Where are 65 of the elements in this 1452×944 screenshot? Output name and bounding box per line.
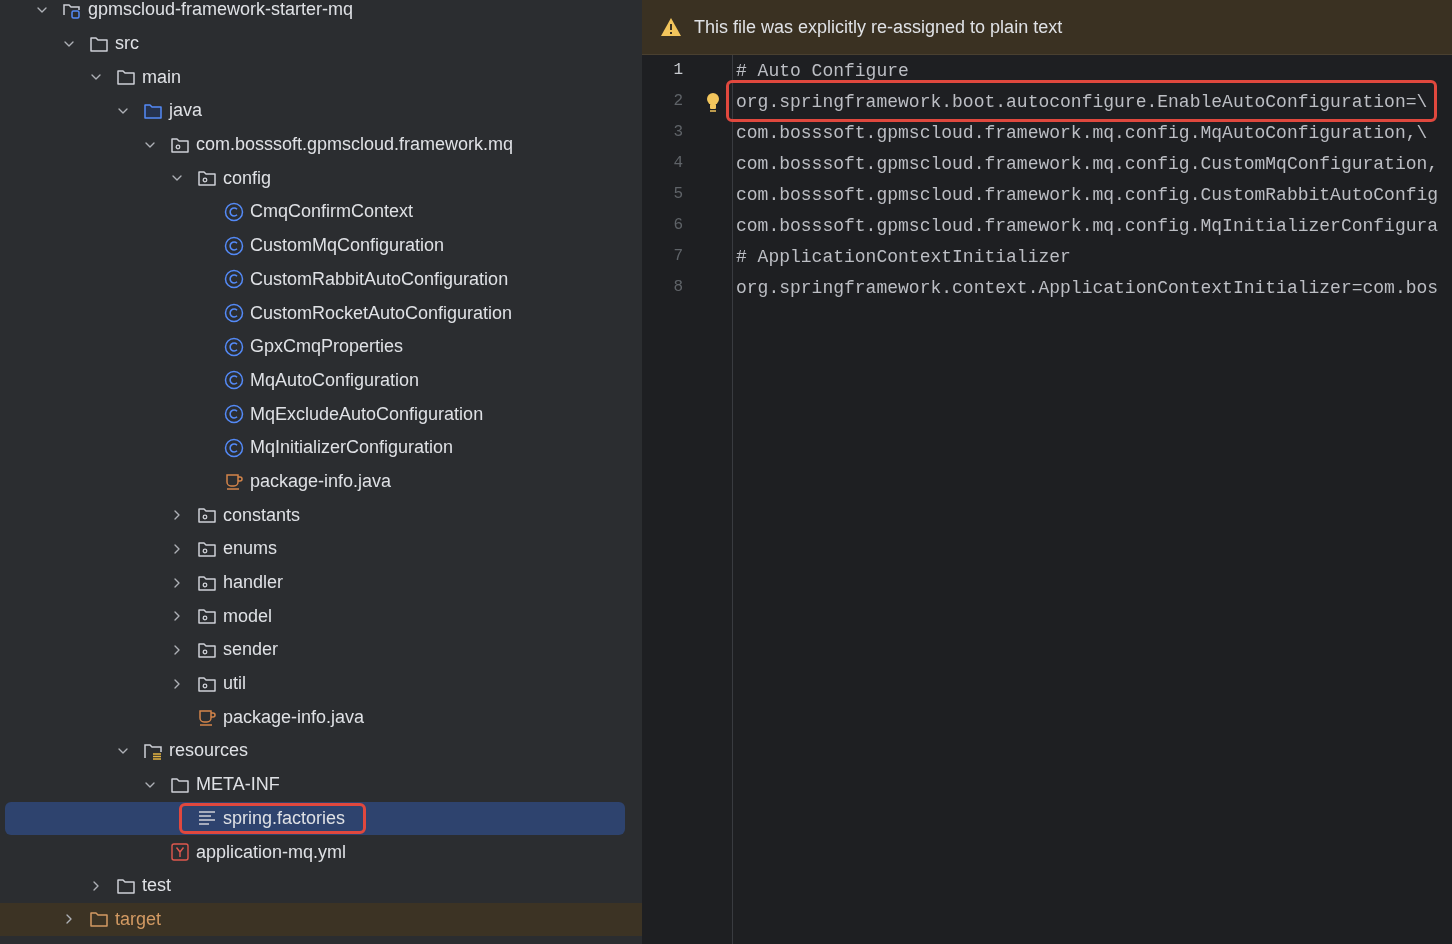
tree-item[interactable]: config [223, 167, 272, 189]
tree-item[interactable]: enums [223, 538, 278, 560]
tree-item[interactable]: CustomMqConfiguration [250, 235, 445, 257]
cup-icon [197, 707, 217, 728]
class-icon [224, 404, 244, 425]
code-line: # Auto Configure [736, 60, 909, 81]
line-number: 6 [672, 215, 683, 236]
line-number: 1 [672, 60, 683, 81]
line-number: 4 [672, 153, 683, 174]
package-icon [197, 505, 217, 526]
tree-item[interactable]: resources [169, 740, 249, 762]
tree-item[interactable]: gpmscloud-framework-starter-mq [88, 0, 354, 21]
tree-item[interactable]: util [223, 673, 246, 695]
tree-item[interactable]: src [115, 33, 139, 55]
tree-item[interactable]: package-info.java [223, 706, 365, 728]
tree-item[interactable]: main [142, 66, 181, 88]
tree-item[interactable]: sender [223, 639, 279, 661]
class-icon [224, 201, 244, 222]
cup-icon [224, 471, 244, 492]
tree-item[interactable]: constants [223, 504, 301, 526]
tree-item[interactable]: model [223, 605, 273, 627]
line-number: 8 [672, 277, 683, 298]
tree-item[interactable]: CustomRocketAutoConfiguration [250, 302, 513, 324]
tree-item[interactable]: META-INF [196, 774, 280, 796]
line-number: 2 [672, 91, 683, 112]
tree-item[interactable]: CmqConfirmContext [250, 201, 414, 223]
class-icon [224, 269, 244, 290]
excluded-row[interactable]: target [0, 902, 642, 937]
tree-item[interactable]: com.bosssoft.gpmscloud.framework.mq [196, 134, 514, 156]
package-icon [197, 168, 217, 189]
line-number: 3 [672, 122, 683, 143]
code-line: com.bosssoft.gpmscloud.framework.mq.config.MqInitializerConfigura [736, 215, 1439, 236]
yaml-file-icon [170, 842, 190, 863]
tree-item: spring.factories [223, 807, 346, 829]
class-icon [224, 370, 244, 391]
tree-item[interactable]: MqAutoConfiguration [250, 369, 420, 391]
banner-text: This file was explicitly re-assigned to plain text [694, 16, 1063, 38]
tree-item[interactable]: package-info.java [250, 470, 392, 492]
class-icon [224, 336, 244, 357]
code-line: org.springframework.context.ApplicationContextInitializer=com.bos [736, 277, 1439, 298]
tree-item[interactable]: MqExcludeAutoConfiguration [250, 403, 484, 425]
class-icon [224, 303, 244, 324]
tree-item[interactable]: application-mq.yml [196, 841, 347, 863]
folder-icon [89, 909, 109, 930]
tree-item[interactable]: CustomRabbitAutoConfiguration [250, 268, 509, 290]
lightbulb-icon[interactable] [706, 92, 720, 112]
tree-item[interactable]: test [142, 875, 171, 897]
code-line: # ApplicationContextInitializer [736, 246, 1071, 267]
tree-item[interactable]: handler [223, 572, 284, 594]
code-line: com.bosssoft.gpmscloud.framework.mq.config.CustomMqConfiguration, [736, 153, 1439, 174]
tree-item[interactable]: MqInitializerConfiguration [250, 437, 454, 459]
folder-icon [116, 67, 136, 88]
tree-item: target [115, 908, 162, 930]
package-icon [197, 606, 217, 627]
code-line: com.bosssoft.gpmscloud.framework.mq.config.CustomRabbitAutoConfig [736, 184, 1439, 205]
class-icon [224, 437, 244, 458]
selected-row[interactable]: spring.factories [5, 801, 625, 836]
code-line: org.springframework.boot.autoconfigure.EnableAutoConfiguration=\ [736, 91, 1428, 112]
tree-item[interactable]: GpxCmqProperties [250, 336, 404, 358]
line-number: 7 [672, 246, 683, 267]
warning-icon [660, 17, 682, 37]
class-icon [224, 235, 244, 256]
tree-item[interactable]: java [169, 100, 203, 122]
line-number: 5 [672, 184, 683, 205]
code-line: com.bosssoft.gpmscloud.framework.mq.config.MqAutoConfiguration,\ [736, 122, 1428, 143]
